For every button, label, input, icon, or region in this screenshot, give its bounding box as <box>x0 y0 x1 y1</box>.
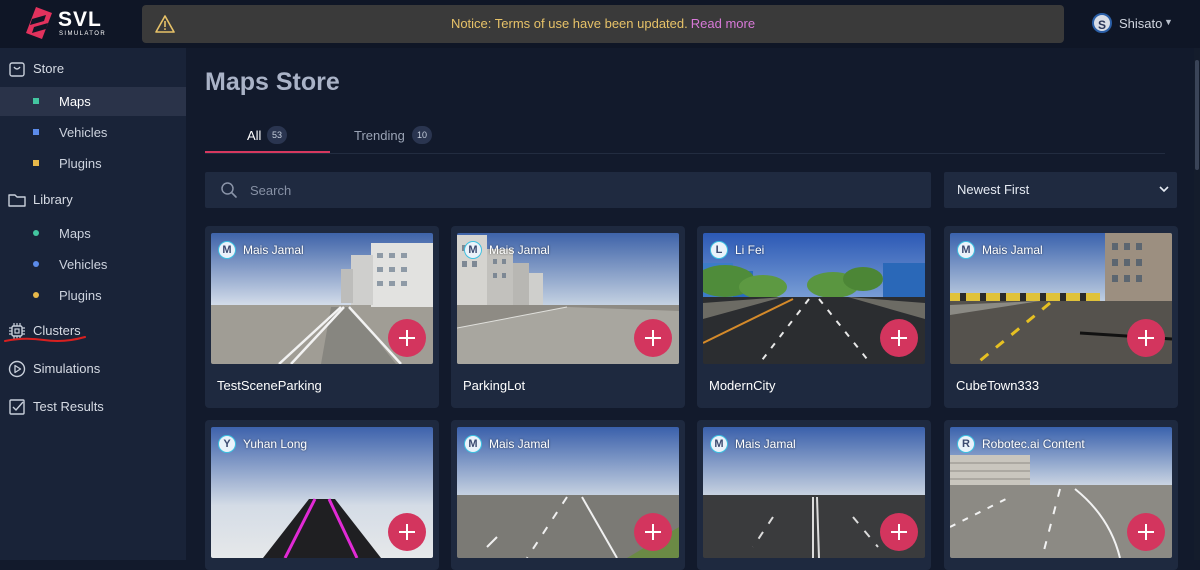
vehicles-bullet-icon <box>33 261 39 267</box>
notice-text: Notice: Terms of use have been updated. R… <box>142 16 1064 31</box>
author-avatar: L <box>710 241 728 259</box>
add-map-button[interactable] <box>388 319 426 357</box>
author-name: Mais Jamal <box>243 243 304 257</box>
author-name: Li Fei <box>735 243 765 257</box>
sidebar-item-label: Plugins <box>59 156 102 171</box>
author-avatar: M <box>464 241 482 259</box>
logo-subtitle: SIMULATOR <box>59 31 107 37</box>
notice-message: Notice: Terms of use have been updated. <box>450 16 688 31</box>
author-name: Yuhan Long <box>243 437 308 451</box>
author-avatar: R <box>957 435 975 453</box>
add-map-button[interactable] <box>1127 319 1165 357</box>
sidebar-item-store-maps[interactable]: Maps <box>0 87 186 116</box>
map-card[interactable]: M Mais Jamal TestSceneParking <box>205 226 439 408</box>
sidebar: Store Maps Vehicles Plugins Library Maps… <box>0 48 186 560</box>
sidebar-item-label: Maps <box>59 226 91 241</box>
sidebar-item-label: Vehicles <box>59 125 108 140</box>
author-name: Mais Jamal <box>489 437 550 451</box>
avatar: S <box>1092 13 1112 33</box>
sidebar-item-store-plugins[interactable]: Plugins <box>0 149 186 178</box>
maps-bullet-icon <box>33 230 39 236</box>
author-name: Robotec.ai Content <box>982 437 1085 451</box>
sidebar-simulations-label: Simulations <box>33 361 101 376</box>
sidebar-item-label: Maps <box>59 94 91 109</box>
add-map-button[interactable] <box>880 513 918 551</box>
map-card[interactable]: M Mais Jamal CubeTown333 <box>944 226 1178 408</box>
sidebar-item-test-results[interactable]: Test Results <box>0 390 186 422</box>
map-title: ParkingLot <box>463 378 526 393</box>
author-avatar: M <box>464 435 482 453</box>
page-title: Maps Store <box>205 68 340 96</box>
top-bar: SVL SIMULATOR Notice: Terms of use have … <box>0 0 1200 48</box>
author-avatar: M <box>957 241 975 259</box>
sort-selected-value: Newest First <box>957 182 1030 197</box>
author-name: Mais Jamal <box>489 243 550 257</box>
author-avatar: M <box>218 241 236 259</box>
tab-trending-label: Trending <box>354 128 405 143</box>
map-title: TestSceneParking <box>217 378 322 393</box>
sidebar-item-simulations[interactable]: Simulations <box>0 352 186 384</box>
scrollbar-thumb[interactable] <box>1195 60 1199 170</box>
notice-banner: Notice: Terms of use have been updated. R… <box>142 5 1064 43</box>
tab-bar: All 53 Trending 10 <box>205 122 1165 154</box>
caret-down-icon: ▼ <box>1164 17 1173 27</box>
sidebar-section-store[interactable]: Store <box>0 52 186 84</box>
sidebar-item-library-vehicles[interactable]: Vehicles <box>0 250 186 279</box>
map-card[interactable]: M Mais Jamal <box>451 420 685 570</box>
add-map-button[interactable] <box>388 513 426 551</box>
svl-logo[interactable]: SVL SIMULATOR <box>26 7 136 41</box>
map-card[interactable]: Y Yuhan Long <box>205 420 439 570</box>
add-map-button[interactable] <box>1127 513 1165 551</box>
sidebar-test-results-label: Test Results <box>33 399 104 414</box>
user-name: Shisato <box>1119 16 1163 31</box>
search-bar <box>205 172 931 208</box>
sort-dropdown[interactable]: Newest First <box>944 172 1177 208</box>
author-avatar: Y <box>218 435 236 453</box>
sidebar-library-label: Library <box>33 192 73 207</box>
tab-trending-count-badge: 10 <box>412 126 432 144</box>
map-card[interactable]: L Li Fei ModernCity <box>697 226 931 408</box>
sidebar-item-label: Plugins <box>59 288 102 303</box>
map-card[interactable]: R Robotec.ai Content <box>944 420 1178 570</box>
tab-all-label: All <box>247 128 262 143</box>
vehicles-bullet-icon <box>33 129 39 135</box>
search-icon <box>221 182 237 198</box>
sidebar-store-label: Store <box>33 61 65 76</box>
maps-bullet-icon <box>33 98 39 104</box>
tab-trending[interactable]: Trending 10 <box>330 122 450 153</box>
play-circle-icon <box>8 360 26 378</box>
chevron-down-icon <box>1159 186 1169 193</box>
sidebar-item-label: Vehicles <box>59 257 108 272</box>
author-name: Mais Jamal <box>982 243 1043 257</box>
search-input[interactable] <box>250 181 890 199</box>
shopping-bag-icon <box>9 62 25 77</box>
tab-all[interactable]: All 53 <box>205 122 330 153</box>
sidebar-section-library[interactable]: Library <box>0 183 186 215</box>
sidebar-item-library-maps[interactable]: Maps <box>0 219 186 248</box>
folder-icon <box>8 194 26 207</box>
author-avatar: M <box>710 435 728 453</box>
add-map-button[interactable] <box>634 319 672 357</box>
add-map-button[interactable] <box>634 513 672 551</box>
plugins-bullet-icon <box>33 160 39 166</box>
plugins-bullet-icon <box>33 292 39 298</box>
sidebar-item-store-vehicles[interactable]: Vehicles <box>0 118 186 147</box>
red-annotation-underline <box>4 336 86 342</box>
read-more-link[interactable]: Read more <box>691 16 755 31</box>
add-map-button[interactable] <box>880 319 918 357</box>
sidebar-item-library-plugins[interactable]: Plugins <box>0 281 186 310</box>
map-card[interactable]: M Mais Jamal <box>697 420 931 570</box>
tab-all-count-badge: 53 <box>267 126 287 144</box>
main-content: Maps Store All 53 Trending 10 Newest Fir… <box>186 48 1200 570</box>
map-title: CubeTown333 <box>956 378 1040 393</box>
author-name: Mais Jamal <box>735 437 796 451</box>
map-title: ModernCity <box>709 378 776 393</box>
checklist-icon <box>9 399 25 415</box>
logo-mark-icon <box>26 7 52 39</box>
logo-name: SVL <box>58 8 102 31</box>
map-card[interactable]: M Mais Jamal ParkingLot <box>451 226 685 408</box>
